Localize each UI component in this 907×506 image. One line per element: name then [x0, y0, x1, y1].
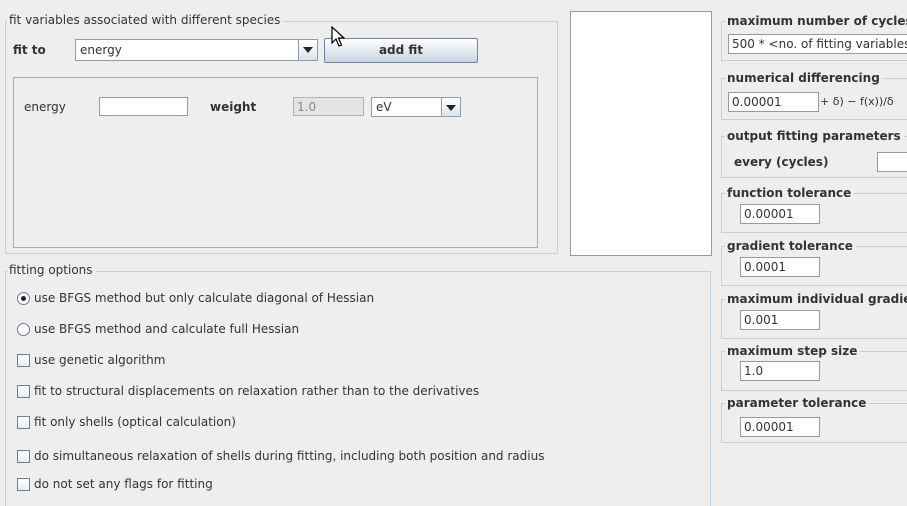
fit-to-label: fit to [13, 43, 46, 57]
fitting-options-title: fitting options [7, 263, 96, 277]
radio-bfgs-full[interactable] [17, 323, 30, 336]
chevron-down-icon[interactable] [298, 40, 317, 60]
check-simultaneous-relaxation[interactable] [17, 450, 30, 463]
max-cycles-input[interactable]: 500 * <no. of fitting variables> [728, 34, 907, 54]
every-cycles-input[interactable] [877, 152, 907, 172]
check-no-flags[interactable] [17, 478, 30, 491]
check-simultaneous-relaxation-label[interactable]: do simultaneous relaxation of shells dur… [34, 449, 544, 463]
chevron-down-icon[interactable] [441, 98, 460, 116]
check-genetic-algorithm[interactable] [17, 354, 30, 367]
max-step-size-input[interactable]: 1.0 [740, 361, 820, 381]
max-step-size-title: maximum step size [725, 344, 861, 358]
max-individual-gradient-input[interactable]: 0.001 [740, 310, 820, 330]
radio-bfgs-diagonal[interactable] [17, 292, 30, 305]
radio-bfgs-full-label[interactable]: use BFGS method and calculate full Hessi… [34, 322, 299, 336]
gradient-tolerance-input[interactable]: 0.0001 [740, 257, 820, 277]
check-fit-only-shells-label[interactable]: fit only shells (optical calculation) [34, 415, 236, 429]
fit-to-combo[interactable]: energy [75, 39, 318, 61]
numerical-differencing-title: numerical differencing [725, 71, 883, 85]
function-tolerance-title: function tolerance [725, 186, 855, 200]
max-cycles-title: maximum number of cycles [725, 14, 907, 28]
add-fit-button[interactable]: add fit [324, 38, 478, 63]
check-genetic-algorithm-label[interactable]: use genetic algorithm [34, 353, 165, 367]
fit-variables-title: fit variables associated with different … [7, 13, 284, 27]
check-fit-only-shells[interactable] [17, 416, 30, 429]
function-tolerance-input[interactable]: 0.00001 [740, 204, 820, 224]
output-params-title: output fitting parameters [725, 129, 904, 143]
weight-label: weight [210, 100, 257, 114]
check-structural-displacements[interactable] [17, 385, 30, 398]
parameter-tolerance-input[interactable]: 0.00001 [740, 417, 820, 437]
entry-name-label: energy [24, 100, 66, 114]
numerical-differencing-input[interactable]: 0.00001 [728, 92, 819, 112]
mouse-pointer-icon [331, 26, 345, 47]
radio-bfgs-diagonal-label[interactable]: use BFGS method but only calculate diago… [34, 291, 374, 305]
differencing-formula: + δ) − f(x))/δ [820, 95, 894, 108]
energy-input[interactable] [99, 97, 188, 116]
every-cycles-label: every (cycles) [734, 155, 829, 169]
max-individual-gradient-title: maximum individual gradient [725, 292, 907, 306]
parameter-tolerance-title: parameter tolerance [725, 396, 870, 410]
gradient-tolerance-title: gradient tolerance [725, 239, 856, 253]
species-list[interactable] [570, 11, 712, 256]
check-no-flags-label[interactable]: do not set any flags for fitting [34, 477, 213, 491]
fit-to-value: energy [80, 43, 122, 57]
check-structural-displacements-label[interactable]: fit to structural displacements on relax… [34, 384, 479, 398]
unit-value: eV [376, 100, 392, 114]
unit-combo[interactable]: eV [371, 97, 461, 117]
weight-input[interactable]: 1.0 [293, 97, 364, 116]
